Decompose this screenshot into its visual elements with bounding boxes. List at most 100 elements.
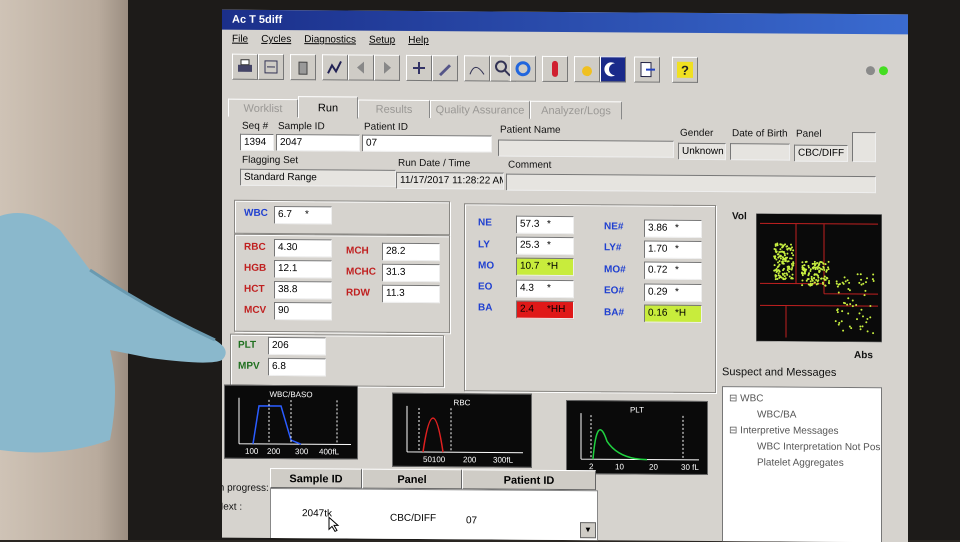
ba-abs-value: 0.16 *H	[644, 304, 702, 323]
scatter-point	[846, 303, 849, 306]
scatter-point	[774, 278, 777, 281]
scatter-point	[778, 260, 781, 263]
gender-label: Gender	[680, 127, 714, 140]
next-icon[interactable]	[374, 54, 400, 81]
patient-name-field[interactable]	[498, 139, 674, 158]
plt-value: 206	[268, 336, 326, 356]
graph-icon[interactable]	[464, 55, 490, 82]
status-led-idle	[866, 66, 875, 76]
menu-cycles[interactable]: Cycles	[261, 31, 291, 49]
scatter-point	[851, 305, 854, 308]
scatter-point	[823, 268, 826, 271]
tab-results[interactable]: Results	[358, 99, 430, 119]
scatter-point	[779, 250, 782, 253]
edit-icon[interactable]	[432, 55, 458, 82]
scatter-point	[813, 260, 816, 263]
plt-label: PLT	[238, 339, 257, 351]
col-panel[interactable]: Panel	[362, 468, 462, 490]
panel-extra-box[interactable]	[852, 132, 876, 163]
ne-value: 57.3 *	[516, 215, 574, 235]
export-icon[interactable]	[258, 53, 284, 81]
queue-table: Sample ID Panel Patient ID 2047tk CBC/DI…	[270, 467, 598, 542]
mchc-value: 31.3	[382, 263, 440, 283]
patient-id-field[interactable]: 07	[362, 134, 492, 153]
scatter-point	[792, 249, 795, 252]
mcv-label: MCV	[244, 304, 267, 316]
help-icon[interactable]: ?	[672, 56, 698, 83]
tube-icon[interactable]	[542, 55, 568, 83]
scatter-point	[804, 260, 807, 263]
scatter-point	[803, 264, 806, 267]
run-date-field[interactable]: 11/17/2017 11:28:22 AM	[396, 171, 504, 190]
scatter-point	[872, 273, 875, 276]
scatter-point	[787, 260, 790, 263]
scatter-point	[779, 275, 782, 278]
app-window: Ac T 5diff File Cycles Diagnostics Setup…	[222, 9, 908, 542]
hist-tick: 20	[649, 462, 658, 472]
hct-label: HCT	[244, 283, 265, 295]
tree-item[interactable]: WBC/BA	[757, 409, 796, 420]
next-patient-id[interactable]: 07	[466, 513, 477, 529]
patient-name-label: Patient Name	[500, 124, 561, 136]
scatter-point	[783, 252, 786, 255]
next-panel[interactable]: CBC/DIFF	[390, 511, 436, 527]
tree-item[interactable]: WBC Interpretation Not Pos	[757, 441, 880, 453]
scatter-point	[803, 272, 806, 275]
scatter-point	[788, 268, 791, 271]
scatter-point	[866, 330, 869, 333]
dob-field[interactable]	[730, 143, 790, 161]
menu-diagnostics[interactable]: Diagnostics	[304, 31, 356, 49]
scatter-vol-label: Vol	[732, 211, 747, 223]
scatter-point	[779, 254, 782, 257]
scatter-point	[801, 265, 804, 268]
menu-setup[interactable]: Setup	[369, 32, 395, 50]
mo-abs-label: MO#	[604, 264, 626, 276]
tab-analyzer-logs[interactable]: Analyzer/Logs	[530, 100, 622, 120]
refresh-icon[interactable]	[510, 55, 536, 82]
rdw-label: RDW	[346, 287, 370, 299]
flagging-set-field[interactable]: Standard Range	[240, 168, 396, 187]
col-patient-id[interactable]: Patient ID	[462, 469, 596, 491]
tab-worklist[interactable]: Worklist	[228, 98, 298, 118]
scatter-point	[774, 244, 777, 247]
scatter-point	[778, 263, 781, 266]
prev-icon[interactable]	[348, 54, 374, 81]
menu-help[interactable]: Help	[408, 32, 429, 50]
mouse-cursor-icon	[328, 516, 340, 533]
gender-field[interactable]: Unknown	[678, 142, 726, 161]
scatter-point	[774, 250, 777, 253]
scatter-point	[850, 327, 853, 330]
eo-abs-value: 0.29 *	[644, 283, 702, 302]
menu-file[interactable]: File	[232, 31, 248, 49]
scatter-point	[773, 264, 776, 267]
dropdown-arrow-icon[interactable]: ▼	[580, 522, 596, 539]
tree-item[interactable]: Platelet Aggregates	[757, 457, 844, 469]
col-sample-id[interactable]: Sample ID	[270, 467, 362, 489]
scatter-point	[836, 311, 839, 314]
shutdown-icon[interactable]	[600, 56, 626, 83]
seq-field[interactable]: 1394	[240, 133, 274, 151]
startup-icon[interactable]	[574, 56, 600, 83]
messages-tree[interactable]: ⊟ WBC WBC/BA ⊟ Interpretive Messages WBC…	[722, 386, 882, 542]
exit-icon[interactable]	[634, 56, 660, 83]
scatter-point	[790, 252, 793, 255]
scatter-point	[818, 270, 821, 273]
scatter-point	[809, 282, 812, 285]
trash-icon[interactable]	[290, 54, 316, 81]
scatter-point	[785, 272, 788, 275]
printer-icon[interactable]	[232, 53, 258, 80]
scatter-point	[858, 281, 861, 284]
calibrate-icon[interactable]	[406, 54, 432, 82]
tree-item[interactable]: ⊟ WBC	[729, 393, 764, 404]
tab-run[interactable]: Run	[298, 96, 358, 119]
run-icon[interactable]	[322, 54, 348, 81]
scatter-point	[790, 263, 793, 266]
tab-quality-assurance[interactable]: Quality Assurance	[430, 100, 530, 119]
comment-field[interactable]	[506, 173, 876, 194]
scatter-point	[858, 312, 861, 315]
panel-field[interactable]: CBC/DIFF	[794, 144, 848, 162]
sample-id-field[interactable]: 2047	[276, 133, 360, 152]
mch-label: MCH	[346, 245, 369, 257]
scatter-point	[813, 273, 816, 276]
tree-item[interactable]: ⊟ Interpretive Messages	[729, 425, 839, 437]
